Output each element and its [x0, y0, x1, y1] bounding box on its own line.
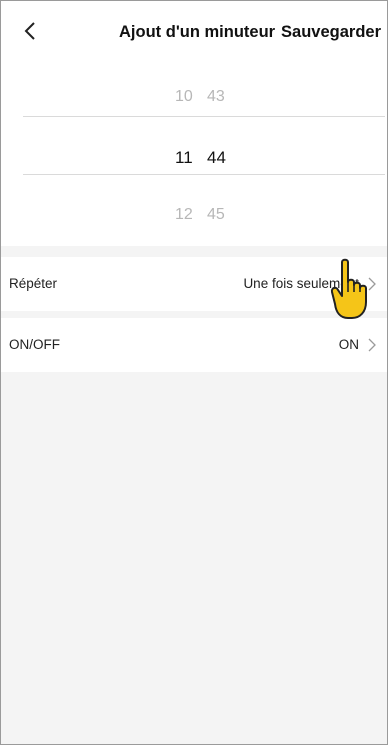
onoff-label: ON/OFF — [9, 337, 60, 352]
picker-row-above[interactable]: 10 43 — [1, 88, 387, 112]
selected-hour[interactable]: 11 — [175, 148, 193, 168]
hour-option[interactable]: 10 — [175, 88, 193, 106]
repeat-label: Répéter — [9, 276, 58, 291]
minute-option[interactable]: 43 — [207, 88, 225, 106]
pointing-hand-icon — [330, 258, 367, 319]
hour-option[interactable]: 12 — [175, 206, 193, 224]
onoff-row[interactable]: ON/OFF ON — [1, 318, 387, 372]
picker-row-below[interactable]: 12 45 — [1, 206, 387, 230]
chevron-right-icon — [368, 338, 376, 352]
save-button[interactable]: Sauvegarder — [281, 23, 381, 42]
top-bar: Ajout d'un minuteur Sauvegarder — [1, 1, 387, 59]
picker-row-selected[interactable]: 11 44 — [1, 148, 387, 172]
selected-minute[interactable]: 44 — [207, 148, 226, 168]
minute-option[interactable]: 45 — [207, 206, 225, 224]
picker-divider-top — [23, 116, 385, 117]
picker-divider-bottom — [23, 174, 385, 175]
onoff-value[interactable]: ON — [339, 337, 359, 352]
time-picker[interactable]: 10 43 11 44 12 45 — [1, 59, 387, 246]
